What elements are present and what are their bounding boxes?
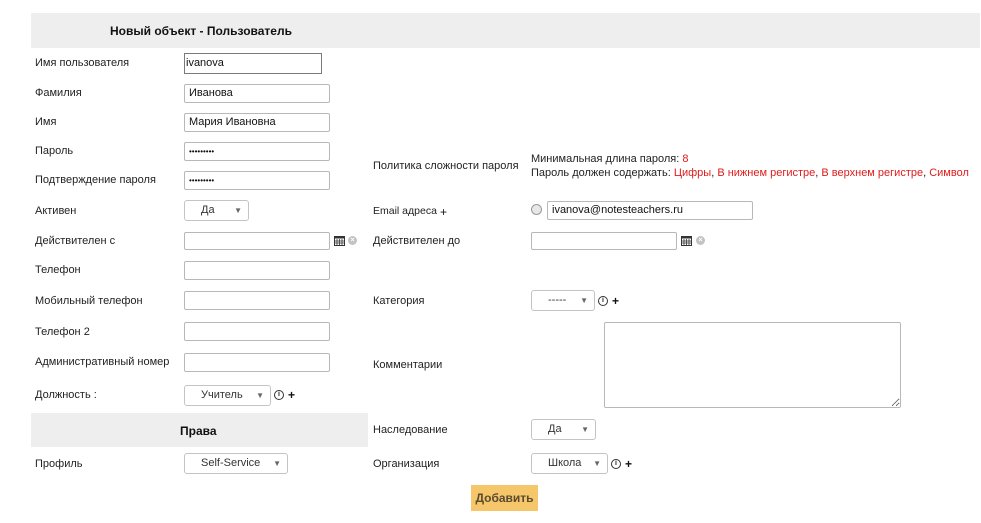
email-primary-radio[interactable] xyxy=(531,204,542,215)
password-confirm-input[interactable]: ••••••••• xyxy=(184,171,330,190)
comments-textarea[interactable] xyxy=(604,322,901,408)
chevron-down-icon: ▼ xyxy=(234,206,242,215)
phone2-input[interactable] xyxy=(184,322,330,341)
chevron-down-icon: ▼ xyxy=(256,391,264,400)
username-label: Имя пользователя xyxy=(35,57,130,69)
position-select-value: Учитель xyxy=(201,389,243,401)
valid-to-label: Действителен до xyxy=(373,235,461,247)
plus-icon[interactable]: + xyxy=(612,295,619,307)
lastname-input[interactable]: Иванова xyxy=(184,84,330,103)
profile-label: Профиль xyxy=(35,458,83,470)
firstname-label: Имя xyxy=(35,116,57,128)
mobile-label: Мобильный телефон xyxy=(35,295,143,307)
must-contain-label: Пароль должен содержать: xyxy=(531,167,671,179)
requirement-uppercase: В верхнем регистре xyxy=(821,167,924,179)
requirement-symbol: Символ xyxy=(929,167,969,179)
requirement-separator: , xyxy=(815,167,819,179)
active-label: Активен xyxy=(35,205,77,217)
email-label: Email адреса xyxy=(373,205,437,217)
password-input[interactable]: ••••••••• xyxy=(184,142,330,161)
phone-label: Телефон xyxy=(35,264,81,276)
chevron-down-icon: ▼ xyxy=(593,459,601,468)
add-button[interactable]: Добавить xyxy=(471,485,538,511)
category-label: Категория xyxy=(373,295,425,307)
password-confirm-label: Подтверждение пароля xyxy=(35,174,156,186)
category-select-value: ----- xyxy=(548,294,567,306)
chevron-down-icon: ▼ xyxy=(581,425,589,434)
admin-number-label: Административный номер xyxy=(35,356,170,368)
info-icon[interactable]: i xyxy=(611,459,621,469)
password-policy-min-length: Минимальная длина пароля: 8 xyxy=(531,153,688,165)
firstname-input[interactable]: Мария Ивановна xyxy=(184,113,330,132)
position-select[interactable]: Учитель ▼ xyxy=(184,385,271,406)
rights-title: Права xyxy=(180,424,217,438)
username-input[interactable]: ivanova xyxy=(184,53,322,74)
active-select-value: Да xyxy=(201,204,215,216)
valid-from-input[interactable] xyxy=(184,232,330,250)
organization-label: Организация xyxy=(373,458,440,470)
clear-icon[interactable]: × xyxy=(348,236,357,245)
min-length-value: 8 xyxy=(682,153,689,165)
info-icon[interactable]: i xyxy=(598,296,608,306)
active-select[interactable]: Да ▼ xyxy=(184,200,249,221)
clear-icon[interactable]: × xyxy=(696,236,705,245)
position-label: Должность : xyxy=(35,389,97,401)
profile-select-value: Self-Service xyxy=(201,457,261,469)
calendar-icon[interactable] xyxy=(334,235,345,246)
email-input[interactable]: ivanova@notesteachers.ru xyxy=(547,201,753,220)
password-policy-label: Политика сложности пароля xyxy=(373,160,519,172)
inheritance-select[interactable]: Да ▼ xyxy=(531,419,596,440)
inheritance-select-value: Да xyxy=(548,423,562,435)
admin-number-input[interactable] xyxy=(184,353,330,372)
plus-icon[interactable]: + xyxy=(288,389,295,401)
chevron-down-icon: ▼ xyxy=(273,459,281,468)
mobile-input[interactable] xyxy=(184,291,330,310)
calendar-icon[interactable] xyxy=(681,235,692,246)
profile-select[interactable]: Self-Service ▼ xyxy=(184,453,288,474)
password-label: Пароль xyxy=(35,145,74,157)
organization-select-value: Школа xyxy=(548,457,582,469)
lastname-label: Фамилия xyxy=(35,87,82,99)
valid-from-label: Действителен с xyxy=(35,235,116,247)
password-policy-requirements: Пароль должен содержать: Цифры, В нижнем… xyxy=(531,167,969,179)
inheritance-label: Наследование xyxy=(373,424,448,436)
requirement-digits: Цифры xyxy=(673,167,712,179)
page-title: Новый объект - Пользователь xyxy=(110,24,292,38)
info-icon[interactable]: i xyxy=(274,390,284,400)
category-select[interactable]: ----- ▼ xyxy=(531,290,595,311)
plus-icon[interactable]: + xyxy=(440,206,447,218)
phone2-label: Телефон 2 xyxy=(35,326,90,338)
phone-input[interactable] xyxy=(184,261,330,280)
requirement-lowercase: В нижнем регистре xyxy=(717,167,816,179)
requirement-separator: , xyxy=(711,167,715,179)
organization-select[interactable]: Школа ▼ xyxy=(531,453,608,474)
comments-label: Комментарии xyxy=(373,359,443,371)
min-length-label: Минимальная длина пароля: xyxy=(531,153,680,165)
chevron-down-icon: ▼ xyxy=(580,296,588,305)
plus-icon[interactable]: + xyxy=(625,458,632,470)
requirement-separator: , xyxy=(923,167,927,179)
valid-to-input[interactable] xyxy=(531,232,677,250)
